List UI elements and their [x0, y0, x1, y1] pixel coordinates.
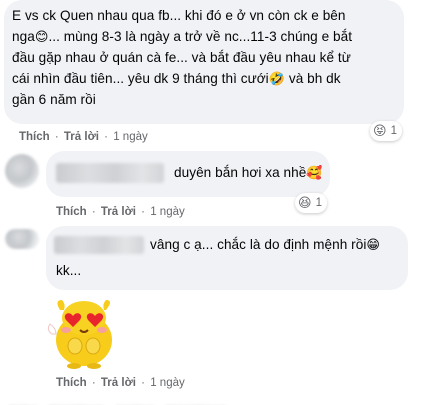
reply-link[interactable]: Trả lời	[101, 206, 136, 218]
rofl-emoji: 🤣	[268, 71, 286, 87]
laughing-emoji: 😆	[298, 195, 312, 211]
redacted-name	[56, 163, 164, 183]
heart-eyes-sticker	[44, 296, 122, 370]
tongue-emoji: 😝	[373, 123, 387, 139]
avatar[interactable]	[5, 229, 39, 249]
comment-bubble: duyên bắn hơi xa nhề🥰	[46, 151, 330, 197]
timestamp[interactable]: 1 ngày	[150, 206, 185, 218]
timestamp[interactable]: 1 ngày	[113, 131, 148, 143]
comment-text-line: kk...	[56, 263, 82, 278]
comment-actions: Thích · Trả lời · 1 ngày	[19, 131, 148, 143]
comment-bubble: E vs ck Quen nhau qua fb... khi đó e ở v…	[4, 0, 404, 124]
comment-actions: Thích · Trả lời · 1 ngày	[56, 377, 185, 389]
smile-emoji: 😊	[34, 29, 49, 45]
comment-bubble: vâng c ạ... chắc là do định mệnh rồi😁 kk…	[46, 226, 408, 290]
reaction-badge[interactable]: 😝 1	[370, 121, 402, 141]
like-link[interactable]: Thích	[19, 131, 50, 143]
reply-link[interactable]: Trả lời	[101, 377, 136, 389]
comment-text: duyên bắn hơi xa nhề🥰	[174, 165, 323, 181]
reaction-count: 1	[315, 197, 322, 209]
next-reply-strip[interactable]	[8, 399, 248, 405]
grin-emoji: 😁	[366, 238, 381, 253]
comment-text-line: vâng c ạ... chắc là do định mệnh rồi😁	[150, 237, 381, 253]
comment-text: E vs ck Quen nhau qua fb... khi đó e ở v…	[12, 8, 353, 107]
reply-link[interactable]: Trả lời	[64, 131, 99, 143]
timestamp[interactable]: 1 ngày	[150, 377, 185, 389]
like-link[interactable]: Thích	[56, 377, 87, 389]
reaction-count: 1	[390, 125, 397, 137]
comment-actions: Thích · Trả lời · 1 ngày	[56, 206, 185, 218]
reaction-badge[interactable]: 😆 1	[295, 193, 327, 213]
avatar[interactable]	[5, 154, 39, 188]
hearts-face-emoji: 🥰	[306, 166, 323, 181]
like-link[interactable]: Thích	[56, 206, 87, 218]
redacted-name	[54, 236, 144, 254]
